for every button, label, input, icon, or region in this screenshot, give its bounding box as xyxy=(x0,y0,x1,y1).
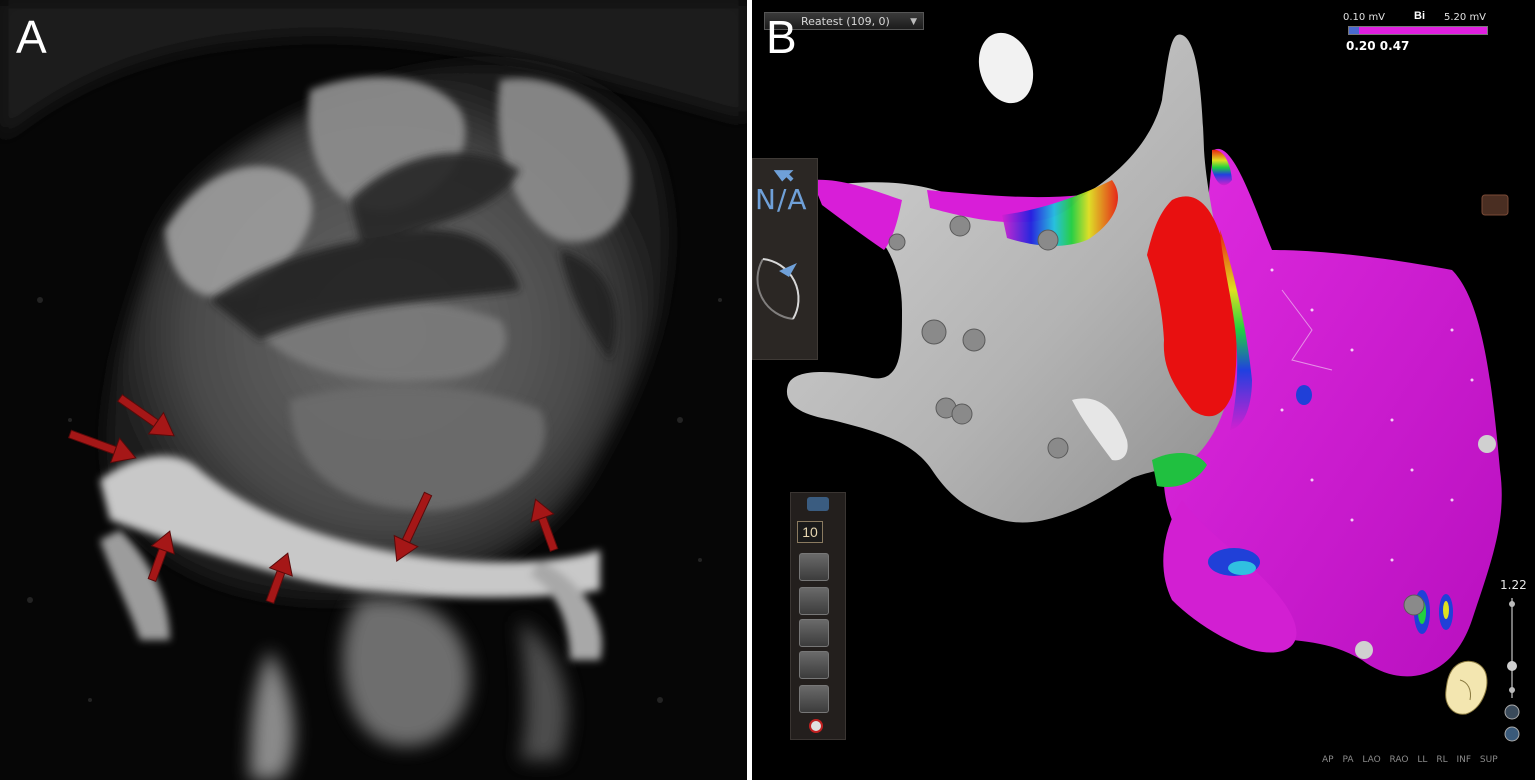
view-preset-bar: AP PA LAO RAO LL RL INF SUP xyxy=(1322,755,1498,765)
voltage-map-3d xyxy=(786,32,1520,742)
blank-tool-button[interactable] xyxy=(799,619,829,647)
zoom-value: 1.22 xyxy=(1500,578,1527,592)
layer-tool-button[interactable] xyxy=(799,685,829,713)
filter-icon[interactable] xyxy=(807,497,829,511)
reference-ellipse xyxy=(978,32,1034,104)
display-settings-button[interactable] xyxy=(1481,194,1509,216)
mri-panel: A xyxy=(0,0,747,780)
record-icon[interactable] xyxy=(809,719,823,733)
view-sup-button[interactable]: SUP xyxy=(1480,755,1498,765)
voltage-thresholds: 0.20 0.47 xyxy=(1346,39,1410,53)
map-selector-value: Reatest (109, 0) xyxy=(801,15,890,28)
voltage-type-label: Bi xyxy=(1414,10,1425,22)
zoom-slider[interactable] xyxy=(1504,598,1520,742)
chevron-down-icon: ▼ xyxy=(910,17,917,27)
view-inf-button[interactable]: INF xyxy=(1456,755,1471,765)
voltage-color-bar[interactable] xyxy=(1348,26,1488,35)
view-lao-button[interactable]: LAO xyxy=(1362,755,1380,765)
view-ll-button[interactable]: LL xyxy=(1417,755,1427,765)
map-toolbar: 10 xyxy=(790,492,846,740)
grid-view-button[interactable] xyxy=(799,553,829,581)
mri-image xyxy=(0,0,747,780)
voltage-min-label: 0.10 mV xyxy=(1343,12,1386,23)
point-size-field[interactable]: 10 xyxy=(797,521,823,543)
panel-b-label: B xyxy=(766,11,797,63)
shading-tool-button[interactable] xyxy=(799,651,829,679)
low-threshold-handle[interactable] xyxy=(1349,27,1359,34)
panel-a-label: A xyxy=(16,11,47,63)
heart-orientation-icon xyxy=(1445,660,1488,715)
voltage-map-panel: Reatest (109, 0) ▼ 0.10 mV Bi 5.20 mV 0.… xyxy=(752,0,1535,780)
catheter-tool-button[interactable] xyxy=(799,587,829,615)
view-rao-button[interactable]: RAO xyxy=(1390,755,1409,765)
view-ap-button[interactable]: AP xyxy=(1322,755,1334,765)
voltage-max-label: 5.20 mV xyxy=(1444,12,1487,23)
orientation-label: N/A xyxy=(755,183,808,216)
orientation-tool[interactable]: N/A xyxy=(752,158,818,360)
view-rl-button[interactable]: RL xyxy=(1436,755,1447,765)
view-pa-button[interactable]: PA xyxy=(1342,755,1353,765)
